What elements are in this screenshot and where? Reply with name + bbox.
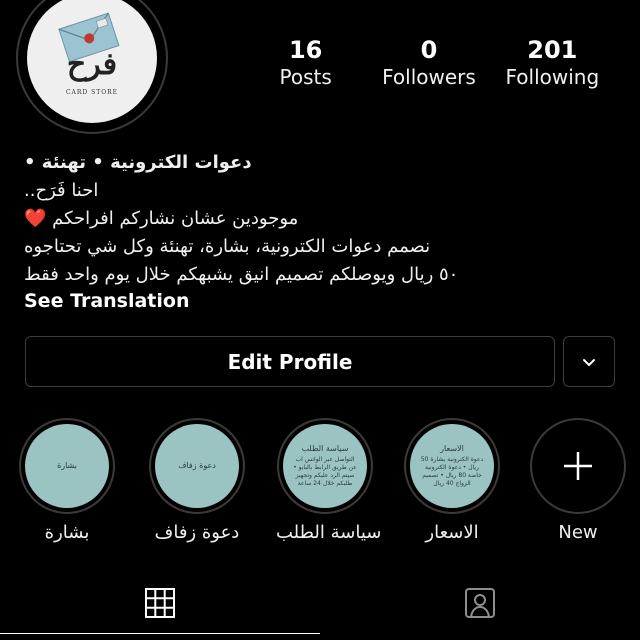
highlight-label: الاسعار <box>425 522 479 543</box>
plus-icon <box>564 452 592 480</box>
bio-line-2: موجودين عشان نشاركم افراحكم ❤️ <box>24 208 299 229</box>
posts-stat[interactable]: 16 Posts <box>244 36 367 90</box>
highlight-cover: سياسة الطلب التواصل عبر الواتس اب عن طري… <box>283 424 367 508</box>
highlight-cover-text: بشارة <box>57 461 77 470</box>
highlight-ring <box>530 418 626 514</box>
highlight-cover-text: التواصل عبر الواتس اب عن طريق الرابط بال… <box>293 455 357 487</box>
highlight-ring: بشارة <box>19 418 115 514</box>
following-stat[interactable]: 201 Following <box>491 36 614 90</box>
avatar-brand-text: فرح <box>66 47 118 82</box>
highlight-label: دعوة زفاف <box>154 522 240 543</box>
highlight-label: New <box>558 522 598 543</box>
followers-label: Followers <box>382 65 476 89</box>
highlight-cover: الاسعار دعوة الكترونية بشارة 50 ريال • د… <box>410 424 494 508</box>
profile-tabs <box>0 565 640 640</box>
highlight-wedding-invite[interactable]: دعوة زفاف دعوة زفاف <box>148 418 246 544</box>
see-translation-link[interactable]: See Translation <box>24 290 189 312</box>
following-count: 201 <box>527 36 578 64</box>
highlight-ring: سياسة الطلب التواصل عبر الواتس اب عن طري… <box>277 418 373 514</box>
highlight-order-policy[interactable]: سياسة الطلب التواصل عبر الواتس اب عن طري… <box>276 418 382 544</box>
bio-name: دعوات الكترونية • تهنئة • <box>24 152 252 173</box>
highlight-ring: دعوة زفاف <box>149 418 245 514</box>
avatar-brand-subtext: CARD STORE <box>65 89 119 96</box>
bio-line-3: نصمم دعوات الكترونية، بشارة، تهنئة وكل ش… <box>24 236 431 257</box>
followers-count: 0 <box>420 36 438 64</box>
suggested-accounts-button[interactable] <box>563 336 615 387</box>
highlight-ring: الاسعار دعوة الكترونية بشارة 50 ريال • د… <box>404 418 500 514</box>
highlight-cover-title: سياسة الطلب <box>301 443 349 453</box>
tagged-person-icon <box>465 587 495 618</box>
following-label: Following <box>505 65 600 89</box>
edit-profile-button[interactable]: Edit Profile <box>25 336 555 387</box>
highlight-new[interactable]: New <box>529 418 627 544</box>
highlight-cover: بشارة <box>25 424 109 508</box>
highlight-label: سياسة الطلب <box>276 522 382 543</box>
grid-icon <box>145 587 175 618</box>
highlight-cover-title: الاسعار <box>440 443 464 453</box>
highlight-cover-text: دعوة الكترونية بشارة 50 ريال • دعوة الكت… <box>420 455 484 487</box>
bio-line-1: احنا فَرَح.. <box>24 180 99 201</box>
posts-label: Posts <box>279 65 332 89</box>
highlight-cover-text: دعوة زفاف <box>178 461 216 470</box>
followers-stat[interactable]: 0 Followers <box>367 36 490 90</box>
tab-tagged[interactable] <box>320 565 640 640</box>
active-tab-indicator <box>0 633 320 634</box>
highlight-cover: دعوة زفاف <box>155 424 239 508</box>
tab-grid[interactable] <box>0 565 320 640</box>
profile-stats: 16 Posts 0 Followers 201 Following <box>244 36 614 90</box>
posts-count: 16 <box>288 36 323 64</box>
bio-line-4: ٥٠ ريال ويوصلكم تصميم انيق يشبهكم خلال ي… <box>24 264 459 285</box>
chevron-down-icon <box>583 358 595 366</box>
highlight-prices[interactable]: الاسعار دعوة الكترونية بشارة 50 ريال • د… <box>403 418 501 544</box>
highlight-label: بشارة <box>44 522 90 543</box>
highlight-bishara[interactable]: بشارة بشارة <box>18 418 116 544</box>
